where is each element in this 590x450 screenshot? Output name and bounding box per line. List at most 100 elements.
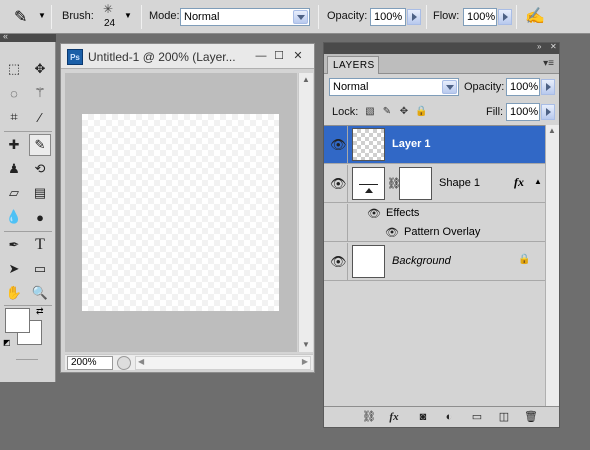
fx-badge[interactable]: fx [514, 175, 524, 190]
link-layers-icon[interactable]: ⛓ [362, 411, 376, 424]
delete-layer-icon[interactable]: 🗑 [524, 411, 538, 424]
effect-row-pattern-overlay[interactable]: 👁 Pattern Overlay [324, 223, 545, 242]
add-mask-icon[interactable]: ◙ [416, 411, 430, 424]
close-icon[interactable]: ✕ [291, 50, 305, 63]
layer-thumbnail[interactable] [352, 245, 385, 278]
expand-panel-icon[interactable]: » [537, 42, 541, 51]
move-tool-icon[interactable]: ✥ [29, 58, 51, 80]
adjustment-layer-icon[interactable]: ◐ [442, 411, 456, 424]
vertical-scrollbar[interactable]: ▲ ▼ [298, 73, 313, 352]
healing-brush-tool-icon[interactable]: ✚ [3, 134, 25, 156]
blend-mode-select[interactable]: Normal [329, 78, 459, 96]
crop-tool-icon[interactable]: ⌗ [3, 106, 25, 128]
layer-name[interactable]: Layer 1 [392, 138, 431, 150]
visibility-eye-icon[interactable]: 👁 [330, 255, 347, 269]
history-brush-tool-icon[interactable]: ⟲ [29, 158, 51, 180]
document-title-bar[interactable]: Ps Untitled-1 @ 200% (Layer... — ☐ ✕ [61, 44, 314, 69]
close-panel-icon[interactable]: ✕ [550, 42, 557, 51]
scroll-up-icon[interactable]: ▲ [300, 74, 312, 86]
visibility-eye-icon[interactable]: 👁 [330, 177, 347, 191]
gradient-tool-icon[interactable]: ▤ [29, 182, 51, 204]
brush-tip-icon[interactable]: ✳ [103, 2, 113, 16]
visibility-eye-icon[interactable]: 👁 [330, 138, 347, 152]
mode-select[interactable]: Normal [180, 8, 310, 26]
brush-tool-icon[interactable]: ✎ [29, 134, 51, 156]
vector-mask-thumbnail[interactable] [399, 167, 432, 200]
layer-opacity-value: 100% [510, 81, 539, 93]
panel-menu-icon[interactable]: ▾≡ [543, 58, 554, 69]
type-tool-icon[interactable]: T [29, 234, 51, 256]
lock-pixels-icon[interactable]: ✎ [381, 106, 393, 118]
layer-name[interactable]: Shape 1 [439, 177, 480, 189]
opacity-slider-button[interactable] [407, 9, 421, 25]
magic-wand-tool-icon[interactable]: ⚚ [29, 82, 51, 104]
chevron-down-icon[interactable] [442, 80, 457, 94]
maximize-icon[interactable]: ☐ [272, 50, 286, 63]
tab-layers[interactable]: LAYERS [327, 56, 379, 74]
default-colors-icon[interactable]: ◩ [3, 338, 11, 347]
zoom-tool-icon[interactable]: 🔍 [29, 282, 51, 304]
shape-icon [359, 184, 378, 185]
layer-opacity-input[interactable]: 100% [506, 78, 540, 96]
mode-label: Mode: [149, 10, 180, 22]
marquee-tool-icon[interactable]: ⬚ [3, 58, 25, 80]
effects-row[interactable]: 👁 Effects [324, 204, 545, 223]
brush-preset-icon[interactable]: ✎ [14, 7, 27, 27]
layer-row-background[interactable]: 👁 Background 🔒 [324, 243, 545, 281]
brush-preset-dropdown-icon[interactable]: ▼ [38, 11, 46, 20]
shape-layer-thumbnail[interactable] [352, 167, 385, 200]
flow-input[interactable]: 100% [463, 8, 497, 26]
flow-value: 100% [467, 11, 496, 23]
path-selection-tool-icon[interactable]: ➤ [3, 258, 25, 280]
scroll-left-icon[interactable]: ◀ [138, 357, 144, 366]
tools-panel-header[interactable]: « [0, 31, 56, 42]
airbrush-icon[interactable]: ✍ [525, 6, 545, 26]
transparent-canvas[interactable] [82, 114, 279, 311]
minimize-icon[interactable]: — [254, 50, 268, 63]
lock-all-icon[interactable]: 🔒 [415, 106, 427, 118]
layer-row-shape-1[interactable]: 👁 ⛓ Shape 1 fx ▲ [324, 165, 545, 203]
shape-tool-icon[interactable]: ▭ [29, 258, 51, 280]
hand-tool-icon[interactable]: ✋ [3, 282, 25, 304]
lock-position-icon[interactable]: ✥ [398, 106, 410, 118]
new-layer-icon[interactable]: ◫ [497, 411, 511, 424]
fill-input[interactable]: 100% [506, 103, 540, 121]
brush-label: Brush: [62, 10, 94, 22]
layers-scrollbar[interactable]: ▲ [545, 125, 559, 406]
add-layer-style-icon[interactable]: fx [387, 411, 401, 424]
lock-transparency-icon[interactable]: ▧ [364, 106, 376, 118]
layer-thumbnail[interactable] [352, 128, 385, 161]
fill-slider-button[interactable] [541, 104, 555, 120]
collapse-effects-icon[interactable]: ▲ [534, 177, 542, 186]
dodge-tool-icon[interactable]: ● [29, 206, 51, 228]
effects-label: Effects [386, 207, 420, 219]
layer-opacity-slider-button[interactable] [541, 79, 555, 95]
scroll-right-icon[interactable]: ▶ [302, 357, 308, 366]
foreground-color-swatch[interactable] [5, 308, 30, 333]
opacity-input[interactable]: 100% [370, 8, 406, 26]
eraser-tool-icon[interactable]: ▱ [3, 182, 25, 204]
brush-size-dropdown-icon[interactable]: ▼ [124, 11, 132, 20]
collapse-icon[interactable]: « [3, 31, 8, 41]
blur-tool-icon[interactable]: 💧 [3, 206, 25, 228]
effects-visibility-eye-icon[interactable]: 👁 [366, 207, 382, 221]
lasso-tool-icon[interactable]: ◌ [3, 82, 25, 104]
status-info-icon[interactable] [117, 356, 131, 370]
flow-slider-button[interactable] [498, 9, 512, 25]
lock-icon: 🔒 [518, 254, 531, 265]
effect-visibility-eye-icon[interactable]: 👁 [384, 226, 400, 240]
scroll-down-icon[interactable]: ▼ [300, 339, 312, 351]
layer-opacity-label: Opacity: [464, 81, 505, 93]
new-group-icon[interactable]: ▭ [470, 411, 484, 424]
zoom-level-field[interactable]: 200% [67, 356, 113, 370]
horizontal-scrollbar[interactable]: ◀ ▶ [135, 356, 311, 370]
scroll-up-icon[interactable]: ▲ [548, 126, 556, 135]
clone-stamp-tool-icon[interactable]: ♟ [3, 158, 25, 180]
chevron-down-icon[interactable] [293, 10, 308, 24]
eyedropper-tool-icon[interactable]: ⁄ [29, 106, 51, 128]
layers-panel-header[interactable]: » ✕ [324, 42, 559, 54]
layer-name[interactable]: Background [392, 255, 451, 267]
layer-row-layer-1[interactable]: 👁 Layer 1 [324, 126, 545, 164]
swap-colors-icon[interactable]: ⇄ [36, 306, 44, 317]
pen-tool-icon[interactable]: ✒ [3, 234, 25, 256]
